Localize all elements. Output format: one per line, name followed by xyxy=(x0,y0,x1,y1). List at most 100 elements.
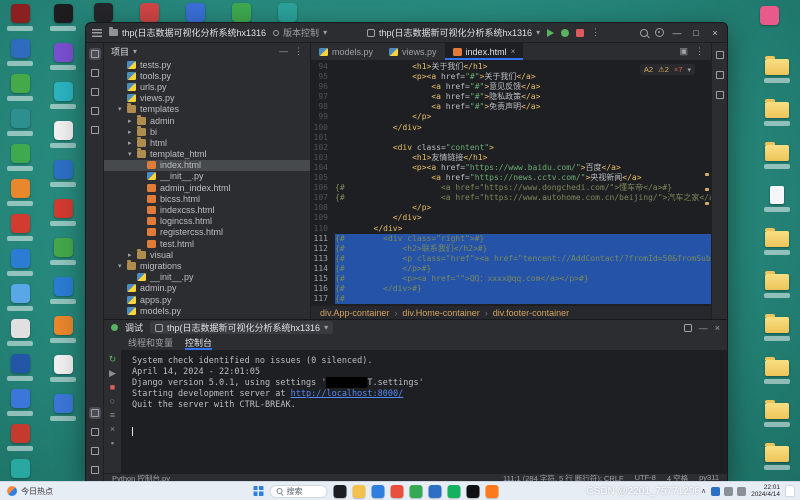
breadcrumb-item[interactable]: div.App-container xyxy=(320,308,389,318)
desktop-icon[interactable] xyxy=(5,319,35,346)
tree-item[interactable]: test.html xyxy=(104,238,310,249)
tool-icon[interactable] xyxy=(89,67,101,79)
start-button[interactable] xyxy=(254,486,264,496)
project-widget[interactable]: thp(日志数据可视化分析系统hx1316 xyxy=(109,26,266,39)
more-actions-icon[interactable]: ⋮ xyxy=(591,27,600,38)
desktop-icon[interactable] xyxy=(762,400,792,427)
desktop-icon[interactable] xyxy=(5,144,35,171)
desktop-icon[interactable] xyxy=(5,424,35,451)
code-line[interactable]: 115{# <p><a href="">QQ：xxxx@qq.com</a></… xyxy=(311,274,711,284)
tree-item[interactable]: ▸ bi xyxy=(104,126,310,137)
desktop-icon[interactable] xyxy=(88,3,118,22)
taskbar-app-icon[interactable] xyxy=(372,485,385,498)
code-line[interactable]: 103 <h1>友情链接</h1> xyxy=(311,153,711,163)
desktop-icon[interactable] xyxy=(5,249,35,276)
tray-expand-icon[interactable]: ∧ xyxy=(701,487,706,495)
taskbar-clock[interactable]: 22:01 2024/4/14 xyxy=(751,484,780,499)
tool-icon[interactable] xyxy=(89,86,101,98)
code-line[interactable]: 114{# </p>#} xyxy=(311,264,711,274)
tool-icon[interactable] xyxy=(89,105,101,117)
tray-icon[interactable] xyxy=(711,487,720,496)
console-link[interactable]: http://localhost:8000/ xyxy=(291,389,404,399)
code-line[interactable]: 98 <a href="#">免责声明</a> xyxy=(311,102,711,112)
desktop-icon[interactable] xyxy=(762,314,792,341)
tree-item[interactable]: urls.py xyxy=(104,81,310,92)
taskbar-search[interactable]: 搜索 xyxy=(270,485,328,498)
tool-icon[interactable] xyxy=(89,124,101,136)
desktop-icon[interactable] xyxy=(762,443,792,470)
code-line[interactable]: 99 </p> xyxy=(311,112,711,122)
desktop-icon[interactable] xyxy=(5,4,35,31)
debug-action-icon[interactable]: ○ xyxy=(110,396,115,406)
debug-session-tab[interactable]: thp(日志数据新可视化分析系统hx1316 ▾ xyxy=(150,321,333,334)
tool-icon[interactable] xyxy=(89,407,101,419)
desktop-icon[interactable] xyxy=(5,214,35,241)
code-area[interactable]: 94 <h1>关于我们</h1>95 <p><a href="#">关于我们</… xyxy=(311,61,711,305)
debug-tab[interactable]: 线程和变量 xyxy=(128,335,173,350)
desktop-icon[interactable] xyxy=(5,179,35,206)
stop-button[interactable] xyxy=(576,29,584,37)
tree-item[interactable]: tests.py xyxy=(104,59,310,70)
code-line[interactable]: 111{# <div class="right">#} xyxy=(311,234,711,244)
editor-tab[interactable]: views.py xyxy=(381,43,445,60)
taskbar-app-icon[interactable] xyxy=(448,485,461,498)
code-line[interactable]: 101 xyxy=(311,133,711,143)
desktop-icon[interactable] xyxy=(762,271,792,298)
more-tabs-icon[interactable]: ⋮ xyxy=(695,46,704,57)
maximize-button[interactable]: □ xyxy=(690,28,702,38)
chevron-down-icon[interactable]: ▾ xyxy=(133,47,137,56)
tool-icon[interactable] xyxy=(89,445,101,457)
taskbar-app-icon[interactable] xyxy=(353,485,366,498)
tool-icon[interactable] xyxy=(89,426,101,438)
debug-tab[interactable]: 控制台 xyxy=(185,335,212,350)
desktop-icon[interactable] xyxy=(48,121,78,148)
editor-tab[interactable]: index.html × xyxy=(445,43,524,60)
code-line[interactable]: 96 <a href="#">意见反馈</a> xyxy=(311,82,711,92)
close-panel-icon[interactable]: × xyxy=(715,323,720,333)
taskbar-app-icon[interactable] xyxy=(410,485,423,498)
tool-icon[interactable] xyxy=(89,464,101,476)
tree-item[interactable]: ▾ templates xyxy=(104,104,310,115)
taskbar-app-icon[interactable] xyxy=(486,485,499,498)
tree-item[interactable]: models.py xyxy=(104,305,310,316)
more-options-icon[interactable]: ⋮ xyxy=(294,46,303,57)
taskbar-app-icon[interactable] xyxy=(467,485,480,498)
code-line[interactable]: 113{# <p class="href"><a href="tencent:/… xyxy=(311,254,711,264)
tool-icon[interactable] xyxy=(714,89,726,101)
code-line[interactable]: 112{# <h2>联系我们</h2>#} xyxy=(311,244,711,254)
code-line[interactable]: 106{# <a href="https://www.dongchedi.com… xyxy=(311,183,711,193)
desktop-icon[interactable] xyxy=(5,284,35,311)
code-line[interactable]: 105 <a href="https://news.cctv.com/">央视新… xyxy=(311,173,711,183)
debug-console[interactable]: System check identified no issues (0 sil… xyxy=(122,350,727,473)
code-line[interactable]: 110 </div> xyxy=(311,224,711,234)
breadcrumb-item[interactable]: div.Home-container xyxy=(402,308,479,318)
tree-item[interactable]: admin.py xyxy=(104,283,310,294)
taskbar-app-icon[interactable] xyxy=(334,485,347,498)
run-config-widget[interactable]: thp(日志数据新可视化分析系统hx1316 ▾ xyxy=(367,26,540,39)
tool-icon[interactable] xyxy=(714,49,726,61)
debug-action-icon[interactable]: ▪ xyxy=(111,438,114,448)
tree-item[interactable]: ▸ html xyxy=(104,137,310,148)
debug-action-icon[interactable]: ≡ xyxy=(110,410,115,420)
tree-item[interactable]: __init__.py xyxy=(104,272,310,283)
tree-item[interactable]: ▾ template_html xyxy=(104,149,310,160)
vcs-widget[interactable]: 版本控制 ▾ xyxy=(273,26,327,39)
tree-item[interactable]: apps.py xyxy=(104,294,310,305)
desktop-icon[interactable] xyxy=(48,316,78,343)
desktop-icon[interactable] xyxy=(180,3,210,22)
desktop-icon[interactable] xyxy=(48,355,78,382)
tree-item[interactable]: index.html xyxy=(104,160,310,171)
code-line[interactable]: 97 <a href="#">隐私政策</a> xyxy=(311,92,711,102)
desktop-icon[interactable] xyxy=(762,228,792,255)
desktop-icon[interactable] xyxy=(762,357,792,384)
debug-button[interactable] xyxy=(561,29,569,37)
close-tab-icon[interactable]: × xyxy=(511,47,516,56)
editor-tab[interactable]: models.py xyxy=(311,43,381,60)
tree-item[interactable]: ▾ migrations xyxy=(104,260,310,271)
desktop-icon[interactable] xyxy=(762,185,792,212)
desktop-icon[interactable] xyxy=(5,109,35,136)
tree-item[interactable]: tools.py xyxy=(104,70,310,81)
debug-action-icon[interactable]: × xyxy=(110,424,115,434)
desktop-icon[interactable] xyxy=(134,3,164,22)
news-widget[interactable]: 今日热点 xyxy=(0,486,60,497)
